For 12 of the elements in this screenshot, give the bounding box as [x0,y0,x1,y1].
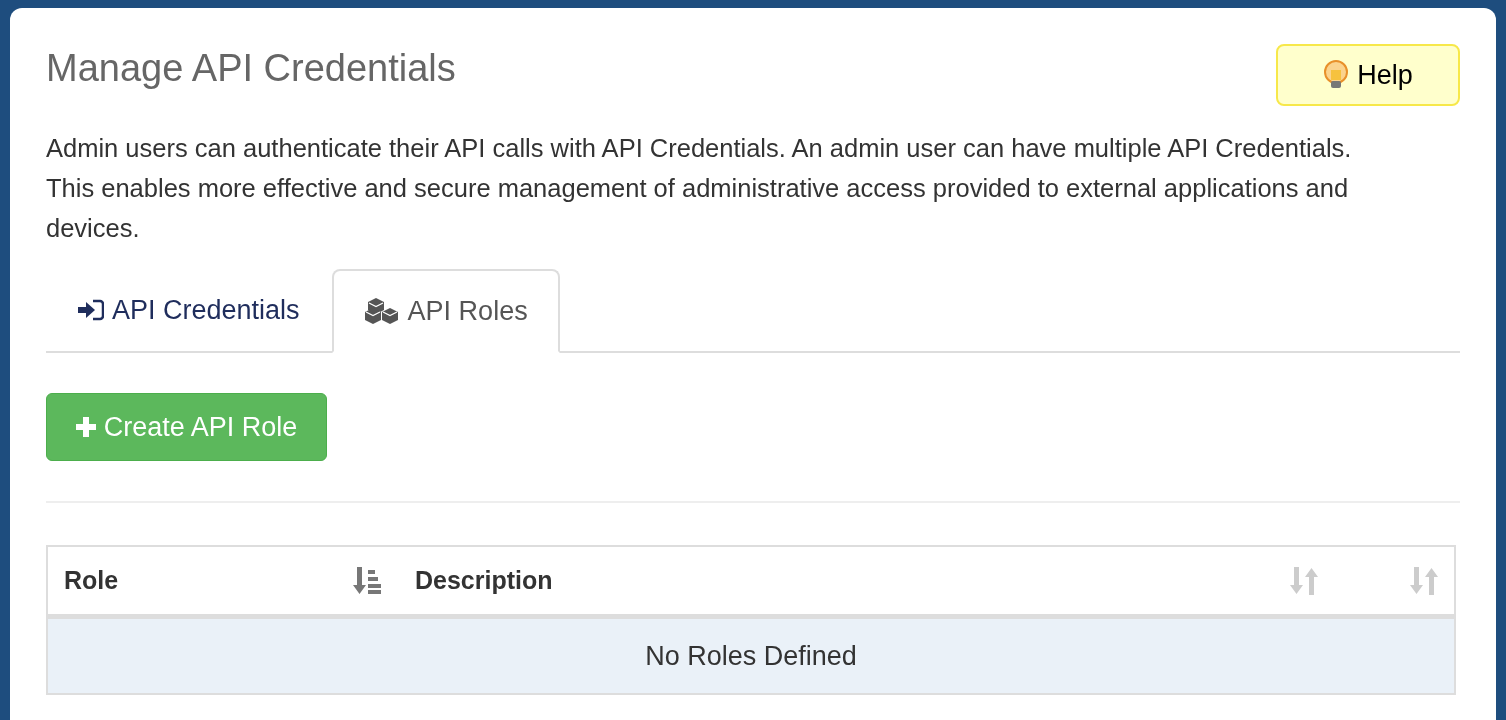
plus-icon [75,417,96,437]
sign-in-icon [78,299,104,321]
description-text: Admin users can authenticate their API calls with API Credentials. An admin user can have multiple API Credentials. This enables more effective and secure management of administrative access provided to external applications and devices. [46,133,1353,244]
cubes-icon [363,297,400,325]
page-title: Manage API Credentials [46,46,456,91]
tab[interactable]: API Credentials [46,269,332,351]
lightbulb-icon [1323,60,1350,90]
empty-message: No Roles Defined [48,619,1454,693]
column-header[interactable]: Description [415,561,553,600]
tab[interactable]: API Roles [331,269,560,353]
column-header[interactable]: Role [64,561,119,600]
help-button[interactable]: Help [1276,44,1460,106]
